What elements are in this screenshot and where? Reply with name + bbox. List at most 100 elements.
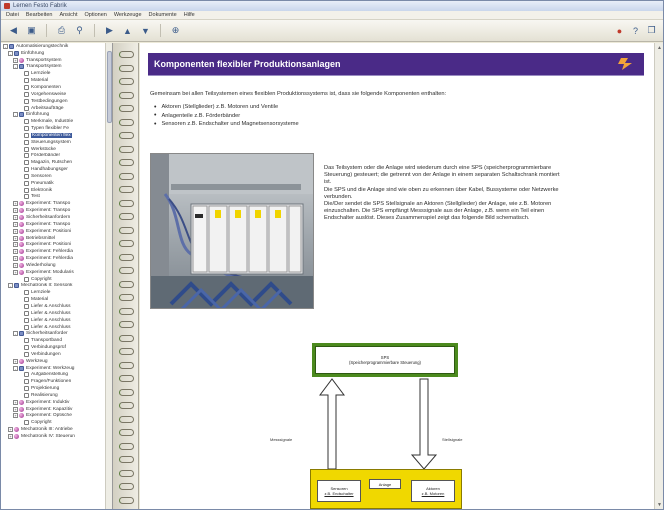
tree-item[interactable]: Lernziele: [1, 289, 112, 296]
tree-item[interactable]: - Sicherheitsanforder: [1, 330, 112, 337]
tree-item[interactable]: + Transportsystem: [1, 57, 112, 64]
tree-item[interactable]: - Mechatronik II: Sensorik: [1, 283, 112, 290]
down-icon[interactable]: ▼: [139, 24, 152, 37]
tree-item[interactable]: - Einführung: [1, 111, 112, 118]
tree-item[interactable]: + Mechatronik III: Antriebe: [1, 426, 112, 433]
tree-scrollbar[interactable]: [105, 43, 112, 509]
tree-item[interactable]: + Experiment: Modularis: [1, 269, 112, 276]
tree-item[interactable]: Arbeitsaufträge: [1, 105, 112, 112]
tree-item[interactable]: Verbindungsprüf: [1, 344, 112, 351]
collapse-icon[interactable]: -: [13, 365, 18, 371]
tree-item[interactable]: Typen flexibler Fe: [1, 125, 112, 132]
expand-icon[interactable]: +: [13, 249, 18, 255]
tree-item[interactable]: Sensoren: [1, 173, 112, 180]
tree-scrollbar-thumb[interactable]: [107, 51, 112, 123]
tree-item[interactable]: Material: [1, 296, 112, 303]
tree-item[interactable]: Steuerungssystem: [1, 139, 112, 146]
tree-item[interactable]: - Automatisierungstechnik: [1, 43, 112, 50]
tree-item[interactable]: - Experiment: Werkzeug: [1, 365, 112, 372]
expand-icon[interactable]: +: [13, 201, 18, 207]
tree-item[interactable]: + Betriebsmittel: [1, 235, 112, 242]
tree-item[interactable]: + Experiment: Transpo: [1, 200, 112, 207]
expand-icon[interactable]: +: [13, 228, 18, 234]
tree-item[interactable]: Liefer & Anschluss: [1, 317, 112, 324]
tree-item[interactable]: + Experiment: Transpo: [1, 221, 112, 228]
content-scrollbar[interactable]: ▲ ▼: [654, 43, 663, 509]
collapse-icon[interactable]: -: [13, 112, 18, 118]
save-icon[interactable]: ▣: [25, 24, 38, 37]
expand-icon[interactable]: +: [13, 242, 18, 248]
tree-item[interactable]: + Werkzeug: [1, 358, 112, 365]
print-icon[interactable]: ⎙: [55, 24, 68, 37]
tree-item[interactable]: + Experiment: Transpo: [1, 207, 112, 214]
expand-icon[interactable]: +: [13, 262, 18, 268]
tree-item[interactable]: Liefer & Anschluss: [1, 310, 112, 317]
tree-item[interactable]: Pneumatik: [1, 180, 112, 187]
tree-item[interactable]: Verbindungen: [1, 351, 112, 358]
tree-item[interactable]: Magazin, Rutschen: [1, 159, 112, 166]
expand-icon[interactable]: +: [13, 235, 18, 241]
tree-item[interactable]: Realisierung: [1, 392, 112, 399]
tree-item[interactable]: Liefer & Anschluss: [1, 303, 112, 310]
collapse-icon[interactable]: -: [3, 43, 8, 49]
expand-icon[interactable]: +: [13, 358, 18, 364]
tree-item[interactable]: Vorgehensweise: [1, 91, 112, 98]
navigation-tree[interactable]: - Automatisierungstechnik - Einführung + Tran…: [1, 43, 113, 509]
tree-item[interactable]: Merkmale, Industrie: [1, 118, 112, 125]
tree-item[interactable]: + Experiment: Positioni: [1, 241, 112, 248]
expand-icon[interactable]: +: [8, 427, 13, 433]
back-icon[interactable]: ◀: [7, 24, 20, 37]
find-icon[interactable]: ⚲: [73, 24, 86, 37]
tree-item[interactable]: + Wiederholung: [1, 262, 112, 269]
tree-item[interactable]: Transportband: [1, 337, 112, 344]
tree-item[interactable]: + Experiment: Kapazitiv: [1, 406, 112, 413]
tree-item[interactable]: Werkstücke: [1, 146, 112, 153]
tree-item[interactable]: Komponenten flex: [1, 132, 112, 139]
expand-icon[interactable]: +: [13, 269, 18, 275]
collapse-icon[interactable]: -: [8, 50, 13, 56]
tree-item[interactable]: Projektierung: [1, 385, 112, 392]
tree-item[interactable]: Aufgabenstellung: [1, 372, 112, 379]
menu-options[interactable]: Optionen: [85, 12, 107, 18]
forward-icon[interactable]: ▶: [103, 24, 116, 37]
tree-item[interactable]: Liefer & Anschluss: [1, 324, 112, 331]
help-icon[interactable]: ?: [629, 24, 642, 37]
up-icon[interactable]: ▲: [121, 24, 134, 37]
menu-edit[interactable]: Bearbeiten: [26, 12, 53, 18]
tree-item[interactable]: + Experiment: Fehlerdia: [1, 248, 112, 255]
tree-item[interactable]: Komponenten: [1, 84, 112, 91]
tree-item[interactable]: Elektronik: [1, 187, 112, 194]
expand-icon[interactable]: +: [13, 406, 18, 412]
tree-item[interactable]: Förderbänder: [1, 153, 112, 160]
tree-item[interactable]: Lernziele: [1, 70, 112, 77]
tree-item[interactable]: - Einführung: [1, 50, 112, 57]
collapse-icon[interactable]: -: [8, 283, 13, 289]
zoom-icon[interactable]: ⊕: [169, 24, 182, 37]
restore-icon[interactable]: ❐: [645, 24, 658, 37]
tree-item[interactable]: Testbedingungen: [1, 98, 112, 105]
tree-item[interactable]: + Mechatronik IV: Steuerun: [1, 433, 112, 440]
tree-item[interactable]: Material: [1, 77, 112, 84]
collapse-icon[interactable]: -: [13, 64, 18, 70]
tree-item[interactable]: + Sicherheitsanfordern: [1, 214, 112, 221]
collapse-icon[interactable]: -: [13, 331, 18, 337]
expand-icon[interactable]: +: [13, 256, 18, 262]
menu-view[interactable]: Ansicht: [59, 12, 77, 18]
tree-item[interactable]: - Transportsystem: [1, 64, 112, 71]
tree-item[interactable]: Copyright: [1, 276, 112, 283]
expand-icon[interactable]: +: [13, 57, 18, 63]
tree-item[interactable]: + Experiment: Positioni: [1, 228, 112, 235]
home-icon[interactable]: ●: [613, 24, 626, 37]
tree-item[interactable]: Copyright: [1, 419, 112, 426]
tree-item[interactable]: Fragen/Funktionen: [1, 378, 112, 385]
expand-icon[interactable]: +: [13, 399, 18, 405]
expand-icon[interactable]: +: [13, 215, 18, 221]
tree-item[interactable]: Handhabungsger: [1, 166, 112, 173]
tree-item[interactable]: + Experiment: Fehlerdia: [1, 255, 112, 262]
scroll-down-icon[interactable]: ▼: [656, 502, 663, 509]
expand-icon[interactable]: +: [8, 434, 13, 440]
menu-file[interactable]: Datei: [6, 12, 19, 18]
scroll-up-icon[interactable]: ▲: [656, 45, 663, 52]
tree-item[interactable]: + Experiment: Optische: [1, 413, 112, 420]
expand-icon[interactable]: +: [13, 208, 18, 214]
